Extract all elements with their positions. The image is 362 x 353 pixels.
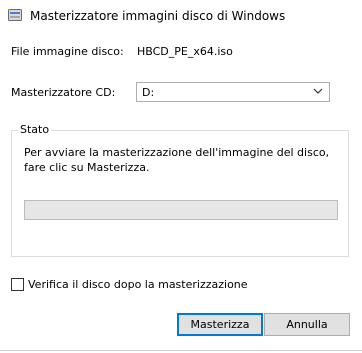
burn-progress-bar <box>24 200 338 220</box>
status-message: Per avviare la masterizzazione dell'imma… <box>24 146 330 174</box>
burn-button[interactable]: Masterizza <box>177 313 263 336</box>
burner-select-value: D: <box>142 86 155 99</box>
verify-checkbox[interactable] <box>11 278 24 291</box>
burner-label: Masterizzatore CD: <box>11 86 116 99</box>
window-title: Masterizzatore immagini disco di Windows <box>30 9 286 23</box>
burner-select[interactable]: D: <box>136 82 330 102</box>
bottom-border <box>0 350 362 351</box>
file-image-label: File immagine disco: <box>11 45 124 58</box>
chevron-down-icon <box>313 88 323 94</box>
file-image-value: HBCD_PE_x64.iso <box>137 45 233 58</box>
disc-burner-icon <box>8 9 22 21</box>
status-group-title: Stato <box>18 123 52 136</box>
title-bar: Masterizzatore immagini disco di Windows <box>0 0 362 32</box>
verify-checkbox-label[interactable]: Verifica il disco dopo la masterizzazion… <box>28 278 248 291</box>
cancel-button[interactable]: Annulla <box>264 313 350 336</box>
